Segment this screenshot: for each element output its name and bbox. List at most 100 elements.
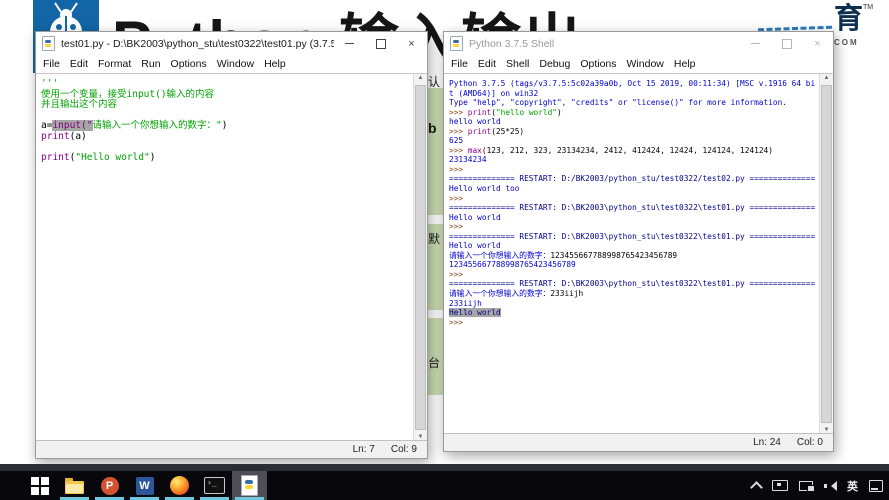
strip-character: b (428, 120, 437, 136)
shell-scrollbar[interactable] (819, 74, 833, 434)
text-segment: 233iijh (550, 289, 584, 299)
taskbar-command-prompt[interactable] (197, 471, 232, 500)
text-segment: print (467, 107, 492, 117)
text-segment: >>> (449, 164, 464, 174)
text-segment: 并且输出这个内容 (41, 99, 118, 111)
editor-titlebar[interactable]: test01.py - D:\BK2003\python_stu\test032… (36, 32, 427, 55)
shell-close-button[interactable]: × (802, 32, 833, 55)
editor-statusbar: Ln: 7 Col: 9 (36, 440, 427, 458)
menu-item-format[interactable]: Format (93, 58, 136, 70)
menu-item-debug[interactable]: Debug (534, 58, 575, 70)
editor-maximize-button[interactable] (365, 32, 396, 55)
text-segment: 请输入一个你想输入的数字：" (92, 120, 222, 132)
shell-window: Python 3.7.5 Shell × File Edit Shell Debug O… (443, 31, 834, 452)
volume-icon[interactable] (824, 480, 837, 491)
shell-window-controls: × (740, 32, 833, 55)
shell-minimize-button[interactable] (740, 32, 771, 55)
text-segment: 123455667788998765423456789 (449, 260, 576, 270)
minimize-icon (751, 43, 760, 44)
col-indicator: Col: 9 (390, 444, 417, 455)
python-file-icon (42, 36, 55, 51)
menu-item-file[interactable]: File (446, 58, 473, 70)
text-segment: >>> (449, 145, 468, 155)
menu-item-options[interactable]: Options (166, 58, 212, 70)
shell-line: 123455667788998765423456789 (449, 260, 818, 270)
shell-title: Python 3.7.5 Shell (469, 37, 555, 50)
editor-content[interactable]: ''' 使用一个变量，接受input()输入的内容 并且输出这个内容 a=input… (36, 74, 414, 441)
text-segment: Hello world (449, 212, 501, 222)
tray-app-icon[interactable] (772, 480, 788, 491)
editor-window: test01.py - D:\BK2003\python_stu\test032… (35, 31, 428, 459)
python-idle-icon (241, 475, 258, 496)
menu-item-edit[interactable]: Edit (65, 58, 93, 70)
text-segment: ) (221, 120, 228, 132)
ime-indicator[interactable]: 英 (847, 478, 858, 494)
scrollbar-thumb[interactable] (821, 85, 832, 423)
text-segment: (123, 212, 323, 23134234, 2412, 412424, … (481, 145, 773, 155)
maximize-icon (781, 38, 792, 49)
shell-line: ============== RESTART: D:\BK2003\python… (449, 232, 818, 242)
shell-line: 23134234 (449, 155, 818, 165)
menu-item-shell[interactable]: Shell (501, 58, 534, 70)
shell-statusbar: Ln: 24 Col: 0 (444, 433, 833, 451)
menu-item-help[interactable]: Help (259, 58, 291, 70)
text-segment: Hello world (449, 241, 501, 251)
firefox-icon (170, 476, 189, 495)
text-segment: (a) (69, 130, 87, 142)
menu-item-help[interactable]: Help (669, 58, 701, 70)
line-indicator: Ln: 24 (753, 437, 781, 448)
text-segment: input(" (52, 120, 93, 132)
text-segment: 请输入一个你想输入的数字： (449, 250, 551, 260)
shell-line: >>> (449, 222, 818, 232)
scrollbar-thumb[interactable] (415, 85, 426, 430)
shell-line: Hello world too (449, 184, 818, 194)
editor-client-area: ''' 使用一个变量，接受input()输入的内容 并且输出这个内容 a=input… (36, 73, 427, 441)
start-pane (30, 476, 39, 485)
editor-window-controls: × (334, 32, 427, 55)
menu-item-options[interactable]: Options (575, 58, 621, 70)
taskbar-firefox[interactable] (162, 471, 197, 500)
menu-item-run[interactable]: Run (136, 58, 165, 70)
menu-item-window[interactable]: Window (622, 58, 669, 70)
action-center-icon[interactable] (869, 479, 883, 492)
hidden-icons-chevron-icon[interactable] (750, 480, 763, 494)
text-segment: max (467, 145, 482, 155)
shell-line: >>> print("hello world") (449, 108, 818, 118)
taskbar-app-icons: PW (22, 471, 267, 500)
text-segment: ============== RESTART: D:\BK2003\python… (449, 231, 816, 241)
shell-menubar: File Edit Shell Debug Options Window Help (444, 55, 833, 73)
menu-item-file[interactable]: File (38, 58, 65, 70)
shell-line: >>> (449, 318, 818, 328)
text-segment: Hello world (449, 308, 501, 318)
background-strip: 认 b 默台 (427, 0, 443, 460)
shell-line: Hello world (449, 308, 818, 318)
text-segment: ============== RESTART: D:\BK2003\python… (449, 279, 816, 289)
network-icon[interactable] (799, 480, 815, 492)
strip-character: 默 (428, 232, 441, 246)
menu-item-window[interactable]: Window (212, 58, 259, 70)
start-pane (30, 486, 39, 495)
text-segment: print (467, 126, 492, 136)
taskbar-word[interactable]: W (127, 471, 162, 500)
taskbar-start-button[interactable] (22, 471, 57, 500)
shell-maximize-button[interactable] (771, 32, 802, 55)
shell-client-area: Python 3.7.5 (tags/v3.7.5:5c02a39a0b, Oc… (444, 73, 833, 434)
powerpoint-icon: P (100, 476, 119, 495)
shell-content[interactable]: Python 3.7.5 (tags/v3.7.5:5c02a39a0b, Oc… (444, 74, 820, 434)
taskbar-powerpoint[interactable]: P (92, 471, 127, 500)
shell-titlebar[interactable]: Python 3.7.5 Shell × (444, 32, 833, 55)
code-line: print("Hello world") (41, 152, 412, 164)
code-line: print(a) (41, 130, 412, 143)
text-segment: 使用一个变量，接受input()输入的内容 (41, 88, 215, 100)
word-icon: W (135, 476, 154, 495)
strip-green-block (427, 88, 443, 215)
text-segment: >>> (449, 222, 464, 232)
editor-minimize-button[interactable] (334, 32, 365, 55)
taskbar-file-explorer[interactable] (57, 471, 92, 500)
text-segment: Python 3.7.5 (tags/v3.7.5:5c02a39a0b, Oc… (449, 79, 816, 98)
text-segment: hello world (449, 117, 501, 127)
taskbar-python-idle[interactable] (232, 471, 267, 500)
menu-item-edit[interactable]: Edit (473, 58, 501, 70)
editor-close-button[interactable]: × (396, 32, 427, 55)
editor-scrollbar[interactable] (413, 74, 427, 441)
